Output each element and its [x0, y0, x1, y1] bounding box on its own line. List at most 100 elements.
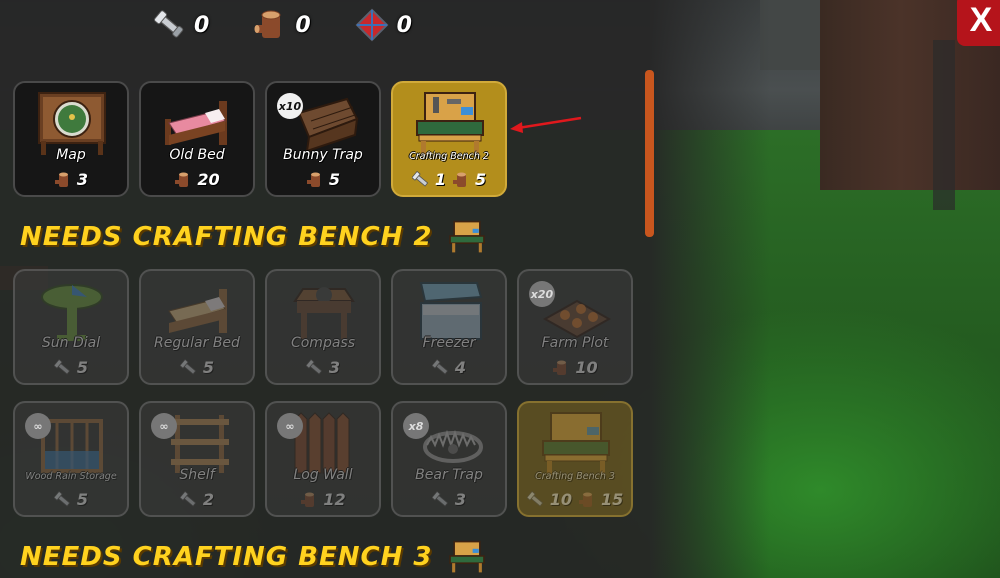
- cost-amount: 4: [454, 358, 467, 377]
- craft-card-freezer[interactable]: Freezer 4: [391, 269, 507, 385]
- sun-dial-icon: [41, 284, 103, 341]
- cost-scrap: 5: [53, 490, 89, 509]
- card-cost: 20: [141, 170, 253, 189]
- cost-amount: 5: [328, 170, 341, 189]
- world-pole: [933, 40, 955, 210]
- cost-scrap: 4: [431, 358, 467, 377]
- card-cost: 1 5: [393, 170, 505, 189]
- cost-log: 12: [300, 490, 346, 509]
- card-content: Crafting Bench 3 10 15: [519, 403, 631, 515]
- craft-card-old-bed[interactable]: Old Bed 20: [139, 81, 255, 197]
- log-count: 0: [295, 12, 311, 38]
- card-label: Bear Trap: [415, 467, 483, 483]
- log-icon: [54, 172, 68, 187]
- log-icon: [175, 172, 189, 187]
- panel-fade: [650, 0, 770, 578]
- card-cost: 3: [267, 358, 379, 377]
- card-label: Bunny Trap: [283, 147, 363, 163]
- scrap-count: 0: [194, 12, 210, 38]
- card-label: Shelf: [179, 467, 215, 483]
- resource-scrap: 0: [152, 8, 209, 42]
- card-label: Map: [56, 147, 86, 163]
- log-icon: [253, 8, 287, 42]
- old-bed-icon: [165, 101, 227, 145]
- craft-card-crafting-bench-2[interactable]: Crafting Bench 2 1 5: [391, 81, 507, 197]
- crafting-bench-icon: [448, 540, 485, 573]
- cost-amount: 2: [202, 490, 215, 509]
- section-header-bench-2: NEEDS CRAFTING BENCH 2: [20, 220, 487, 254]
- resource-bar: 0 0 0: [152, 8, 412, 42]
- craft-card-wood-rain-storage[interactable]: ∞ Wood Rain Storage 5: [13, 401, 129, 517]
- craft-card-map[interactable]: Map 3: [13, 81, 129, 197]
- log-icon: [306, 172, 320, 187]
- cost-scrap: 5: [179, 358, 215, 377]
- close-button[interactable]: X: [957, 0, 1000, 46]
- scrap-metal-icon: [179, 490, 197, 507]
- scrap-metal-icon: [53, 358, 71, 375]
- compass-icon: [293, 287, 355, 339]
- section-header-bench-3: NEEDS CRAFTING BENCH 3: [20, 540, 487, 574]
- cost-log: 20: [174, 170, 220, 189]
- log-icon: [301, 492, 315, 507]
- cost-amount: 3: [454, 490, 467, 509]
- card-cost: 3: [393, 490, 505, 509]
- craft-card-sun-dial[interactable]: Sun Dial 5: [13, 269, 129, 385]
- quantity-badge: ∞: [151, 413, 177, 439]
- cost-amount: 3: [76, 170, 89, 189]
- card-label: Crafting Bench 3: [535, 471, 615, 482]
- cost-scrap: 10: [526, 490, 572, 509]
- craft-card-shelf[interactable]: ∞ Shelf 2: [139, 401, 255, 517]
- craft-card-regular-bed[interactable]: Regular Bed 5: [139, 269, 255, 385]
- log-icon: [453, 172, 466, 187]
- craft-card-farm-plot[interactable]: x20 Farm Plot 10: [517, 269, 633, 385]
- craft-card-bunny-trap[interactable]: x10 Bunny Trap 5: [265, 81, 381, 197]
- card-label: Crafting Bench 2: [409, 151, 489, 162]
- quantity-badge: ∞: [277, 413, 303, 439]
- scrap-metal-icon: [152, 8, 186, 42]
- craft-card-crafting-bench-3[interactable]: Crafting Bench 3 10 15: [517, 401, 633, 517]
- card-label: Regular Bed: [154, 335, 240, 351]
- pointer-arrow: [510, 116, 582, 133]
- card-label: Sun Dial: [41, 335, 101, 351]
- regular-bed-icon: [168, 289, 227, 333]
- quantity-badge: x10: [277, 93, 303, 119]
- scrollbar[interactable]: [645, 70, 654, 237]
- scrap-metal-icon: [431, 490, 449, 507]
- craft-card-bear-trap[interactable]: x8 Bear Trap 3: [391, 401, 507, 517]
- scrap-metal-icon: [53, 490, 71, 507]
- card-content: Map 3: [15, 83, 127, 195]
- cost-amount: 5: [76, 490, 89, 509]
- log-icon: [579, 492, 592, 507]
- card-content: Old Bed 20: [141, 83, 253, 195]
- crafting-bench-icon: [448, 220, 485, 253]
- cost-log: 15: [578, 490, 623, 509]
- card-content: Crafting Bench 2 1 5: [393, 83, 505, 195]
- card-cost: 5: [267, 170, 379, 189]
- scrap-metal-icon: [411, 170, 429, 187]
- cost-scrap: 2: [179, 490, 215, 509]
- card-content: Compass 3: [267, 271, 379, 383]
- quantity-badge: x8: [403, 413, 429, 439]
- craft-card-log-wall[interactable]: ∞ Log Wall 12: [265, 401, 381, 517]
- card-label: Farm Plot: [541, 335, 609, 351]
- crafting-bench-icon: [542, 412, 610, 475]
- cost-log: 10: [552, 358, 598, 377]
- card-content: Freezer 4: [393, 271, 505, 383]
- log-icon: [553, 360, 567, 375]
- card-cost: 10 15: [519, 490, 631, 509]
- crafting-bench-icon: [416, 92, 484, 155]
- card-content: Regular Bed 5: [141, 271, 253, 383]
- cost-log: 5: [452, 170, 486, 189]
- cost-amount: 5: [475, 170, 487, 189]
- freezer-icon: [419, 282, 483, 340]
- card-cost: 5: [15, 358, 127, 377]
- cost-amount: 5: [202, 358, 215, 377]
- card-label: Freezer: [422, 335, 476, 351]
- card-label: Old Bed: [169, 147, 225, 163]
- cost-amount: 3: [328, 358, 341, 377]
- cost-scrap: 3: [305, 358, 341, 377]
- craft-card-compass[interactable]: Compass 3: [265, 269, 381, 385]
- card-cost: 3: [15, 170, 127, 189]
- card-cost: 12: [267, 490, 379, 509]
- quantity-badge: x20: [529, 281, 555, 307]
